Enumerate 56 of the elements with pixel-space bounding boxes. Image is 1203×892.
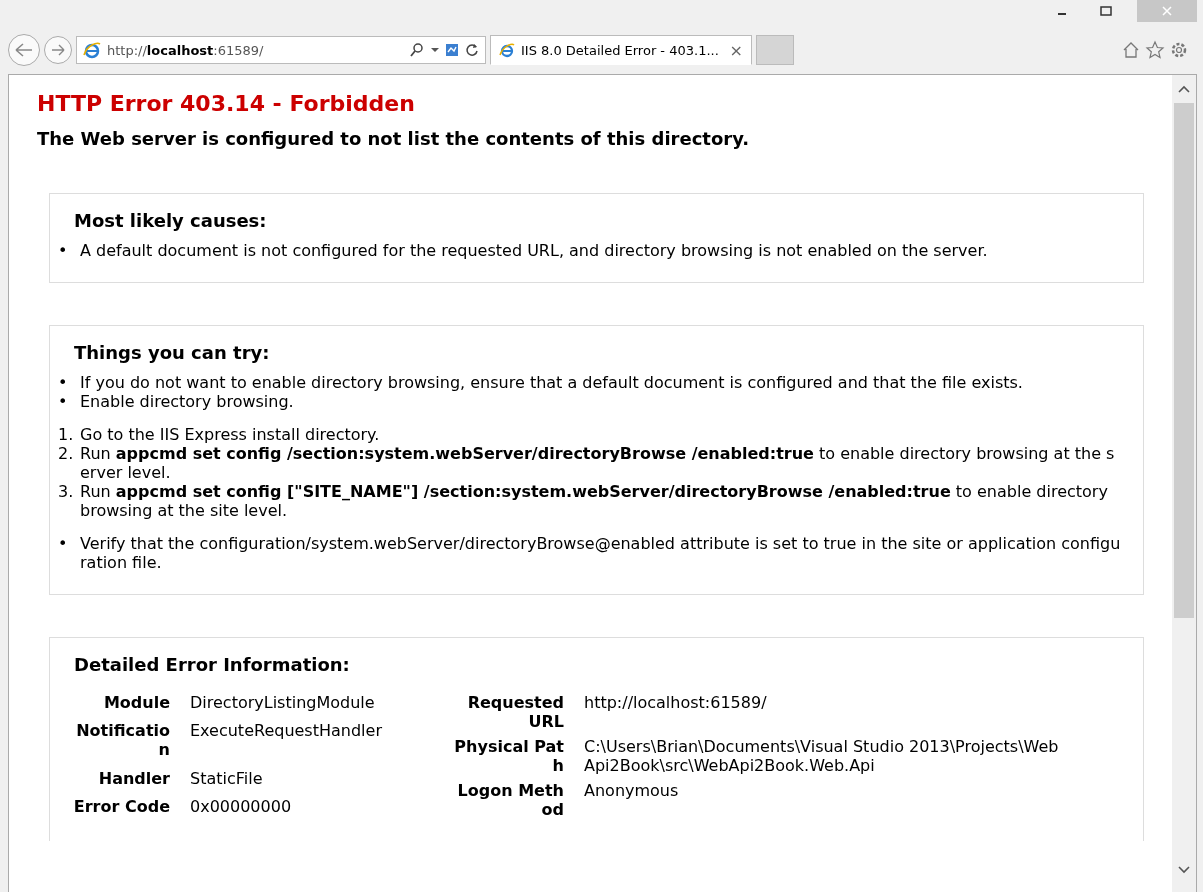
list-item: If you do not want to enable directory browsing, ensure that a default document is configured and that the file exists. [80, 373, 1023, 392]
field-value: DirectoryListingModule [190, 693, 376, 712]
section-heading: Most likely causes: [74, 210, 268, 231]
dropdown-icon[interactable] [431, 47, 439, 53]
list-item: A default document is not configured for the requested URL, and directory browsing is not enabled on the server. [80, 241, 988, 260]
error-subtitle: The Web server is configured to not list the contents of this directory. [37, 128, 751, 149]
field-label: Physical Path [453, 737, 564, 775]
field-label: Logon Method [456, 781, 564, 819]
tab-close-button[interactable]: × [729, 40, 743, 60]
refresh-icon[interactable] [465, 43, 479, 57]
browser-tab[interactable]: IIS 8.0 Detailed Error - 403.1... × [490, 35, 752, 65]
scroll-down-icon[interactable] [1178, 866, 1190, 874]
field-label: Requested URL [466, 693, 564, 731]
settings-icon[interactable] [1169, 40, 1189, 60]
forward-button[interactable] [44, 36, 72, 64]
field-value: http://localhost:61589/ [584, 693, 768, 712]
bullet: • [58, 241, 69, 260]
bullet: • [58, 534, 69, 555]
list-item: Enable directory browsing. [80, 392, 294, 411]
list-item: Verify that the configuration/system.webServer/directoryBrowse@enabled attribute is set to true in the site or application configuration file. [80, 534, 1122, 572]
section-heading: Things you can try: [74, 342, 271, 363]
field-label: Notification [75, 721, 170, 760]
star-icon[interactable] [1145, 40, 1165, 60]
back-arrow-icon [14, 42, 34, 58]
field-label: Handler [97, 768, 170, 788]
close-icon [1162, 6, 1172, 16]
scrollbar-thumb[interactable] [1174, 103, 1194, 618]
field-value: ExecuteRequestHandler [190, 721, 383, 741]
address-bar[interactable]: http://localhost:61589/ [76, 36, 486, 64]
step-text: Run appcmd set config ["SITE_NAME"] /section:system.webServer/directoryBrowse /enabled:true to enable directory browsing at the site level. [80, 482, 1109, 520]
bullet: • [58, 373, 69, 392]
error-title: HTTP Error 403.14 - Forbidden [37, 91, 416, 116]
scroll-up-icon[interactable] [1178, 85, 1190, 93]
field-value: 0x00000000 [190, 796, 293, 816]
field-value: C:\Users\Brian\Documents\Visual Studio 2013\Projects\WebApi2Book\src\WebApi2Book.Web.Api [584, 737, 1060, 775]
browser-logo-icon [83, 41, 101, 59]
field-value: StaticFile [190, 768, 264, 788]
step-number: 2. [58, 444, 75, 465]
step-number: 1. [58, 425, 75, 444]
home-icon[interactable] [1121, 40, 1141, 60]
bullet: • [58, 392, 69, 411]
field-label: Module [102, 693, 170, 712]
step-number: 3. [58, 482, 75, 503]
tab-title: IIS 8.0 Detailed Error - 403.1... [521, 42, 720, 58]
field-value: Anonymous [584, 781, 680, 800]
section-heading: Detailed Error Information: [74, 654, 351, 675]
step-text: Go to the IIS Express install directory. [80, 425, 380, 444]
step-text: Run appcmd set config /section:system.webServer/directoryBrowse /enabled:true to enable directory browsing at the server level. [80, 444, 1116, 482]
field-label: Error Code [72, 796, 170, 816]
back-button[interactable] [8, 34, 40, 66]
compatibility-icon[interactable] [445, 43, 459, 57]
forward-arrow-icon [51, 44, 65, 56]
scrollbar[interactable] [1172, 75, 1196, 892]
maximize-icon[interactable] [1100, 6, 1112, 16]
browser-logo-icon [499, 42, 515, 58]
search-icon[interactable] [409, 42, 425, 58]
